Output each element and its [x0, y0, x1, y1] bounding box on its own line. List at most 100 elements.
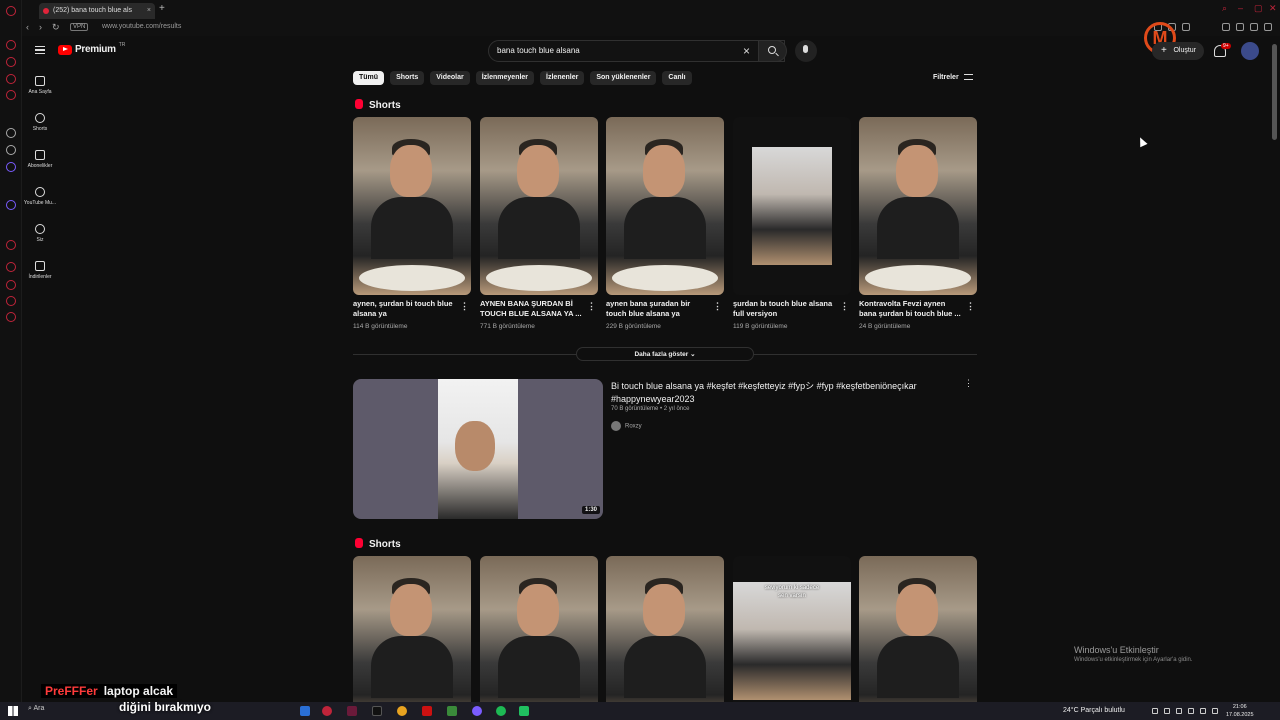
short-more-icon[interactable]: ⋮: [460, 301, 469, 312]
vk-icon[interactable]: [6, 162, 16, 172]
opera-logo-icon[interactable]: [6, 6, 16, 16]
nav-subscriptions[interactable]: Abonelikler: [22, 150, 58, 169]
menu-toolbar-icon[interactable]: [1264, 23, 1272, 31]
short-thumbnail[interactable]: [606, 556, 724, 720]
short-thumbnail[interactable]: [353, 556, 471, 720]
video-thumbnail[interactable]: [353, 379, 603, 519]
short-more-icon[interactable]: ⋮: [587, 301, 596, 312]
outlook-icon[interactable]: [300, 706, 310, 716]
short-more-icon[interactable]: ⋮: [966, 301, 975, 312]
nav-you[interactable]: Siz: [22, 224, 58, 243]
mail-icon[interactable]: [6, 74, 16, 84]
menu-icon[interactable]: [35, 46, 45, 54]
bookmark-icon[interactable]: [6, 90, 16, 100]
tray-app-icon[interactable]: [1164, 708, 1170, 714]
app-red-icon[interactable]: [422, 706, 432, 716]
chip-unwatched[interactable]: İzlenmeyenler: [475, 71, 535, 85]
channel-link[interactable]: Roxzy: [611, 421, 642, 431]
short-title[interactable]: aynen bana şuradan bir touch blue alsana…: [606, 299, 710, 319]
heart-toolbar-icon[interactable]: [1182, 23, 1190, 31]
chip-all[interactable]: Tümü: [353, 71, 385, 85]
new-tab-icon[interactable]: +: [159, 3, 165, 14]
tray-volume-icon[interactable]: [1200, 708, 1206, 714]
app-green-icon[interactable]: [519, 706, 529, 716]
avatar[interactable]: [1241, 42, 1259, 60]
clear-search-icon[interactable]: ×: [743, 44, 750, 58]
vpn-badge[interactable]: VPN: [70, 23, 89, 31]
tiktok-icon[interactable]: [372, 706, 382, 716]
short-thumbnail[interactable]: [606, 117, 724, 295]
weather-widget[interactable]: 24°C Parçalı bulutlu: [1063, 707, 1125, 714]
download-icon[interactable]: [6, 296, 16, 306]
chip-recent[interactable]: Son yüklenenler: [590, 71, 657, 85]
nav-home[interactable]: Ana Sayfa: [22, 76, 58, 95]
show-more-button[interactable]: Daha fazla göster ⌄: [576, 347, 754, 361]
messenger-icon[interactable]: [6, 57, 16, 67]
minimize-icon[interactable]: –: [1238, 3, 1243, 13]
spotify-icon[interactable]: [496, 706, 506, 716]
short-thumbnail[interactable]: [859, 556, 977, 720]
video-title[interactable]: Bi touch blue alsana ya #keşfet #keşfett…: [611, 380, 941, 406]
nav-shorts[interactable]: Shorts: [22, 113, 58, 132]
maximize-icon[interactable]: ▢: [1254, 3, 1263, 14]
short-more-icon[interactable]: ⋮: [713, 301, 722, 312]
settings-icon[interactable]: [6, 312, 16, 322]
heart-icon[interactable]: [6, 262, 16, 272]
short-thumbnail[interactable]: [480, 556, 598, 720]
twitch-icon[interactable]: [6, 200, 16, 210]
app-icon[interactable]: [347, 706, 357, 716]
scrollbar[interactable]: [1272, 44, 1277, 140]
profile-toolbar-icon[interactable]: [1236, 23, 1244, 31]
extension-icon[interactable]: [6, 128, 16, 138]
taskbar-clock[interactable]: 21:06 17.08.2025: [1226, 703, 1254, 719]
discord-icon[interactable]: [472, 706, 482, 716]
aria-icon[interactable]: [6, 40, 16, 50]
forward-icon[interactable]: ›: [39, 22, 42, 32]
chip-watched[interactable]: İzlenenler: [540, 71, 585, 85]
short-thumbnail[interactable]: [859, 117, 977, 295]
windows-start-icon[interactable]: [8, 706, 18, 716]
back-icon[interactable]: ‹: [26, 22, 29, 32]
search-tabs-icon[interactable]: ⌕: [1222, 3, 1227, 14]
filters-button[interactable]: Filtreler: [933, 74, 973, 81]
short-title[interactable]: şurdan bı touch blue alsana full versiyo…: [733, 299, 837, 319]
short-more-icon[interactable]: ⋮: [840, 301, 849, 312]
voice-search-button[interactable]: [795, 40, 817, 62]
short-title[interactable]: Kontravolta Fevzi aynen bana şurdan bi t…: [859, 299, 963, 319]
short-thumbnail[interactable]: [733, 117, 851, 295]
tab-close-icon[interactable]: ×: [147, 3, 151, 19]
chatgpt-icon[interactable]: [6, 145, 16, 155]
taskbar-search[interactable]: ⌕ Ara: [28, 705, 44, 713]
reload-icon[interactable]: ↻: [52, 22, 60, 33]
short-thumbnail[interactable]: seviyorum ki sadece sen varsın: [733, 556, 851, 720]
tray-mic-icon[interactable]: [1176, 708, 1182, 714]
clock-icon[interactable]: [6, 280, 16, 290]
tray-battery-icon[interactable]: [1212, 708, 1218, 714]
search-input[interactable]: [497, 46, 737, 55]
url-field[interactable]: www.youtube.com/results: [102, 23, 181, 30]
short-title[interactable]: aynen, şurdan bi touch blue alsana ya: [353, 299, 457, 319]
clock-time: 21:06: [1232, 704, 1247, 710]
extensions-icon[interactable]: [1222, 23, 1230, 31]
tab-youtube[interactable]: (252) bana touch blue als ×: [39, 3, 155, 19]
history-icon[interactable]: [6, 240, 16, 250]
create-button[interactable]: + Oluştur: [1152, 42, 1204, 60]
nav-downloads[interactable]: İndirilenler: [22, 261, 58, 280]
nav-youtube-music[interactable]: YouTube Mu...: [22, 187, 58, 206]
opera-taskbar-icon[interactable]: [322, 706, 332, 716]
chip-videos[interactable]: Videolar: [430, 71, 470, 85]
short-title[interactable]: AYNEN BANA ŞURDAN Bİ TOUCH BLUE ALSANA Y…: [480, 299, 584, 319]
short-thumbnail[interactable]: [353, 117, 471, 295]
close-window-icon[interactable]: ✕: [1269, 3, 1277, 14]
short-thumbnail[interactable]: [480, 117, 598, 295]
chip-live[interactable]: Canlı: [662, 71, 692, 85]
chip-shorts[interactable]: Shorts: [390, 71, 425, 85]
download-toolbar-icon[interactable]: [1250, 23, 1258, 31]
tray-network-icon[interactable]: [1188, 708, 1194, 714]
minecraft-icon[interactable]: [447, 706, 457, 716]
video-more-icon[interactable]: ⋮: [964, 378, 973, 389]
tray-chevron-icon[interactable]: [1152, 708, 1158, 714]
search-button[interactable]: [758, 40, 787, 62]
youtube-logo[interactable]: Premium TR: [58, 42, 125, 55]
chrome-icon[interactable]: [397, 706, 407, 716]
